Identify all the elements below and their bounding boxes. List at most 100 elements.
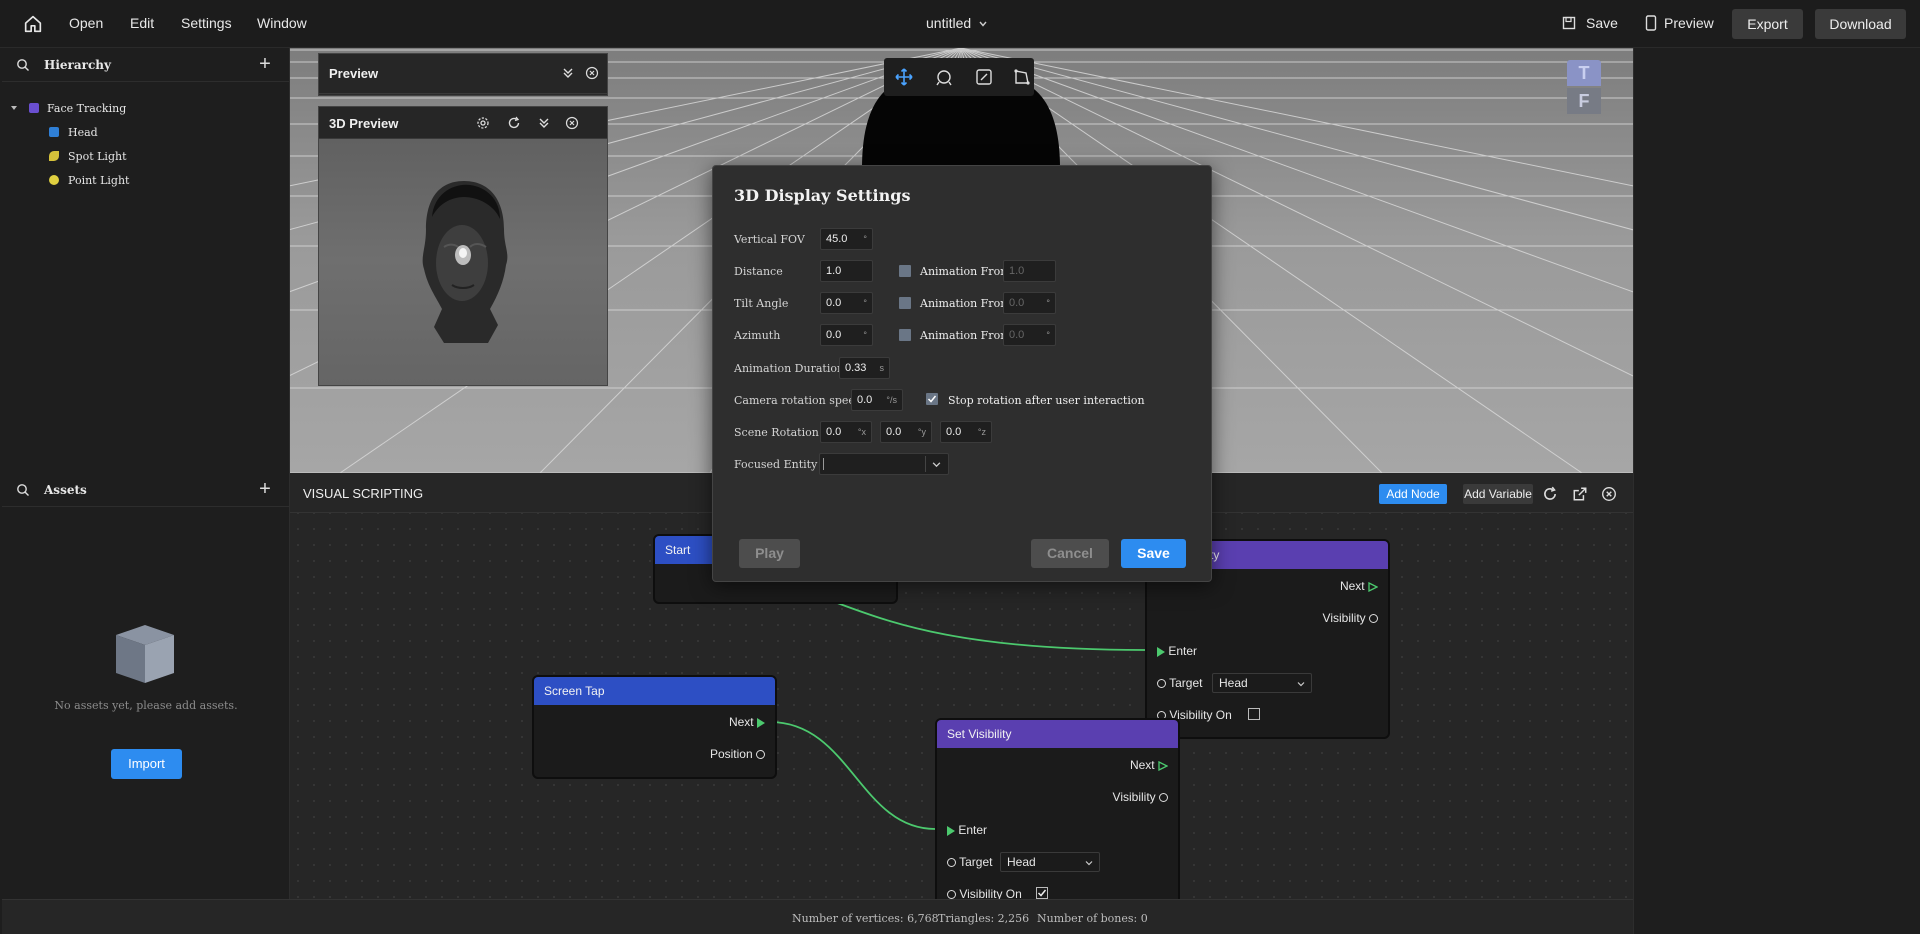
view-cube[interactable]: T F: [1567, 60, 1601, 114]
set-visibility-a-visibility-port[interactable]: Visibility: [1323, 611, 1378, 625]
add-asset-button[interactable]: +: [255, 479, 275, 500]
view-cube-top[interactable]: T: [1567, 60, 1601, 86]
distance-anim-input[interactable]: 1.0: [1003, 260, 1056, 282]
scene-rotation-x-value: 0.0: [826, 426, 842, 438]
collapse-icon[interactable]: [561, 66, 575, 80]
set-visibility-b-next-port[interactable]: Next: [1130, 758, 1168, 772]
cancel-button[interactable]: Cancel: [1031, 539, 1109, 568]
duration-value: 0.33: [845, 362, 867, 374]
port-label: Next: [1129, 758, 1155, 772]
azimuth-value: 0.0: [826, 329, 842, 341]
flow-out-pin[interactable]: [757, 717, 765, 728]
azimuth-anim-checkbox[interactable]: [899, 329, 911, 341]
chevron-down-icon: [1085, 861, 1093, 866]
expand-arrow-icon[interactable]: [10, 104, 18, 112]
home-icon[interactable]: [22, 13, 44, 35]
tilt-anim-label: Animation From: [920, 297, 1011, 310]
stop-rotation-checkbox[interactable]: [926, 393, 938, 405]
value-out-pin[interactable]: [1369, 614, 1378, 624]
value-in-pin[interactable]: [947, 858, 956, 868]
tree-item-spot-light[interactable]: Spot Light: [68, 150, 127, 163]
save-button[interactable]: Save: [1586, 15, 1618, 31]
vertical-fov-input[interactable]: 45.0 °: [820, 228, 873, 250]
menu-edit[interactable]: Edit: [130, 15, 154, 31]
menu-settings[interactable]: Settings: [181, 15, 232, 31]
screen-tap-next-port[interactable]: Next: [729, 715, 765, 729]
scene-rotation-z-input[interactable]: 0.0 °z: [940, 421, 992, 443]
menu-window[interactable]: Window: [257, 15, 307, 31]
view-cube-front[interactable]: F: [1567, 88, 1601, 114]
refresh-icon[interactable]: [507, 116, 521, 130]
distance-anim-checkbox[interactable]: [899, 265, 911, 277]
duration-input[interactable]: 0.33 s: [839, 357, 890, 379]
set-visibility-node-b[interactable]: Set Visibility Next Visibility Enter Tar…: [935, 718, 1180, 899]
set-visibility-b-visibility-port[interactable]: Visibility: [1113, 790, 1168, 804]
hierarchy-header: Hierarchy +: [2, 48, 289, 82]
rotation-speed-input[interactable]: 0.0 °/s: [851, 389, 903, 411]
distance-input[interactable]: 1.0: [820, 260, 873, 282]
download-button[interactable]: Download: [1815, 9, 1906, 39]
value-out-pin[interactable]: [1159, 793, 1168, 803]
save-icon[interactable]: [1562, 16, 1576, 30]
port-label: Target: [1169, 676, 1203, 690]
set-visibility-a-enter-port[interactable]: Enter: [1157, 644, 1197, 658]
screen-tap-node[interactable]: Screen Tap Next Position: [532, 675, 777, 779]
value-in-pin[interactable]: [947, 890, 956, 899]
import-button[interactable]: Import: [111, 749, 182, 779]
play-button[interactable]: Play: [739, 539, 800, 568]
tree-item-point-light[interactable]: Point Light: [68, 174, 129, 187]
move-tool-icon[interactable]: [895, 68, 913, 86]
scene-rotation-x-input[interactable]: 0.0 °x: [820, 421, 872, 443]
bone-count: Number of bones: 0: [1037, 912, 1148, 925]
scene-rotation-y-input[interactable]: 0.0 °y: [880, 421, 932, 443]
tree-item-head[interactable]: Head: [68, 126, 98, 139]
set-visibility-b-vis-on-port[interactable]: Visibility On: [947, 887, 1022, 899]
tilt-anim-input[interactable]: 0.0 °: [1003, 292, 1056, 314]
value-out-pin[interactable]: [756, 750, 765, 760]
vertical-fov-value: 45.0: [826, 233, 848, 245]
distance-label: Distance: [734, 265, 783, 278]
rect-tool-icon[interactable]: [1013, 68, 1031, 86]
preview-button[interactable]: Preview: [1664, 15, 1714, 31]
target-select[interactable]: Head: [1000, 852, 1100, 872]
tilt-anim-checkbox[interactable]: [899, 297, 911, 309]
save-dialog-button[interactable]: Save: [1121, 539, 1186, 568]
port-label: Visibility: [1112, 790, 1156, 804]
export-button[interactable]: Export: [1732, 9, 1803, 39]
tilt-input[interactable]: 0.0 °: [820, 292, 873, 314]
port-label: Next: [728, 715, 754, 729]
menu-open[interactable]: Open: [69, 15, 103, 31]
set-visibility-b-enter-port[interactable]: Enter: [947, 823, 987, 837]
value-in-pin[interactable]: [1157, 679, 1166, 689]
close-icon[interactable]: [585, 66, 599, 80]
assets-title: Assets: [44, 483, 87, 497]
tilt-label: Tilt Angle: [734, 297, 789, 310]
collapse-icon[interactable]: [537, 116, 551, 130]
flow-out-pin[interactable]: [1158, 760, 1168, 771]
chevron-down-icon[interactable]: [978, 19, 988, 29]
search-icon[interactable]: [16, 483, 30, 497]
document-title[interactable]: untitled: [926, 15, 971, 31]
flow-in-pin[interactable]: [947, 825, 955, 836]
target-select[interactable]: Head: [1212, 673, 1312, 693]
close-icon[interactable]: [565, 116, 579, 130]
add-object-button[interactable]: +: [255, 54, 275, 75]
flow-in-pin[interactable]: [1157, 646, 1165, 657]
scale-tool-icon[interactable]: [975, 68, 993, 86]
set-visibility-a-target-port[interactable]: Target: [1157, 676, 1202, 690]
azimuth-input[interactable]: 0.0 °: [820, 324, 873, 346]
azimuth-anim-input[interactable]: 0.0 °: [1003, 324, 1056, 346]
tree-item-face-tracking[interactable]: Face Tracking: [47, 102, 126, 115]
search-icon[interactable]: [16, 58, 30, 72]
set-visibility-a-next-port[interactable]: Next: [1340, 579, 1378, 593]
set-visibility-b-target-port[interactable]: Target: [947, 855, 992, 869]
gear-icon[interactable]: [476, 116, 490, 130]
rotate-tool-icon[interactable]: [935, 68, 953, 86]
screen-tap-position-port[interactable]: Position: [710, 747, 765, 761]
flow-out-pin[interactable]: [1368, 581, 1378, 592]
focused-entity-select[interactable]: [819, 453, 949, 475]
phone-icon[interactable]: [1645, 15, 1657, 31]
assets-header: Assets +: [2, 473, 289, 507]
visibility-checkbox-checked[interactable]: [1036, 887, 1048, 899]
visibility-checkbox[interactable]: [1248, 708, 1260, 720]
